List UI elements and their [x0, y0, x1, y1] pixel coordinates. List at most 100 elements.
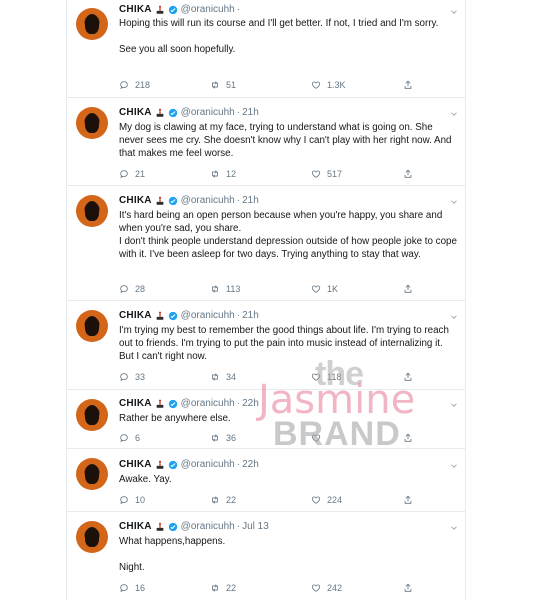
share-button[interactable] — [403, 168, 419, 180]
retweet-button[interactable]: 34 — [210, 371, 236, 383]
share-icon — [403, 169, 413, 179]
avatar[interactable] — [76, 107, 108, 139]
display-name[interactable]: CHIKA — [119, 106, 152, 120]
tweet-6[interactable]: CHIKA @oranicuhh · Jul 13 What happens,h… — [67, 512, 465, 600]
handle[interactable]: @oranicuhh — [181, 458, 235, 472]
tweet-header: CHIKA @oranicuhh · — [119, 3, 241, 17]
tweet-1[interactable]: CHIKA @oranicuhh · 21h My dog is clawing… — [67, 98, 465, 186]
avatar[interactable] — [76, 458, 108, 490]
reply-count: 6 — [135, 433, 141, 443]
tweet-header: CHIKA @oranicuhh · Jul 13 — [119, 520, 269, 534]
chevron-down-icon[interactable] — [449, 523, 459, 533]
reply-button[interactable]: 218 — [119, 79, 150, 91]
display-name[interactable]: CHIKA — [119, 458, 152, 472]
retweet-count: 36 — [226, 433, 237, 443]
like-button[interactable]: 1K — [311, 283, 338, 295]
share-button[interactable] — [403, 432, 419, 444]
reply-button[interactable]: 21 — [119, 168, 145, 180]
avatar[interactable] — [76, 310, 108, 342]
handle[interactable]: @oranicuhh — [181, 397, 235, 411]
reply-count: 21 — [135, 169, 146, 179]
joystick-emoji-icon — [155, 460, 165, 470]
display-name[interactable]: CHIKA — [119, 3, 152, 17]
joystick-emoji-icon — [155, 522, 165, 532]
avatar[interactable] — [76, 521, 108, 553]
reply-button[interactable]: 33 — [119, 371, 145, 383]
retweet-count: 34 — [226, 372, 237, 382]
reply-icon — [119, 372, 129, 382]
retweet-icon — [210, 80, 220, 90]
verified-icon — [168, 196, 178, 206]
display-name[interactable]: CHIKA — [119, 194, 152, 208]
reply-icon — [119, 583, 129, 593]
retweet-count: 51 — [226, 80, 237, 90]
tweet-header: CHIKA @oranicuhh · 22h — [119, 397, 259, 411]
share-icon — [403, 372, 413, 382]
verified-icon — [168, 399, 178, 409]
chevron-down-icon[interactable] — [449, 7, 459, 17]
handle[interactable]: @oranicuhh — [181, 309, 235, 323]
chevron-down-icon[interactable] — [449, 400, 459, 410]
share-icon — [403, 284, 413, 294]
like-button[interactable] — [311, 432, 327, 444]
share-button[interactable] — [403, 283, 419, 295]
tweet-text: I'm trying my best to remember the good … — [119, 325, 449, 362]
share-button[interactable] — [403, 582, 419, 594]
joystick-emoji-icon — [155, 311, 165, 321]
retweet-button[interactable]: 113 — [210, 283, 240, 295]
display-name[interactable]: CHIKA — [119, 520, 152, 534]
share-icon — [403, 433, 413, 443]
tweet-text: It's hard being an open person because w… — [119, 210, 457, 260]
retweet-button[interactable]: 51 — [210, 79, 236, 91]
verified-icon — [168, 5, 178, 15]
share-button[interactable] — [403, 371, 419, 383]
like-count: 517 — [327, 169, 343, 179]
timestamp[interactable]: 21h — [242, 309, 259, 323]
handle[interactable]: @oranicuhh — [181, 520, 235, 534]
reply-button[interactable]: 6 — [119, 432, 140, 444]
like-icon — [311, 169, 321, 179]
timestamp[interactable]: Jul 13 — [242, 520, 269, 534]
chevron-down-icon[interactable] — [449, 197, 459, 207]
tweet-0[interactable]: CHIKA @oranicuhh · Hoping this will run … — [67, 0, 465, 98]
reply-button[interactable]: 16 — [119, 582, 145, 594]
display-name[interactable]: CHIKA — [119, 309, 152, 323]
timestamp[interactable]: 22h — [242, 397, 259, 411]
share-button[interactable] — [403, 494, 419, 506]
timestamp[interactable]: 22h — [242, 458, 259, 472]
avatar[interactable] — [76, 195, 108, 227]
like-button[interactable]: 242 — [311, 582, 342, 594]
like-button[interactable]: 517 — [311, 168, 342, 180]
chevron-down-icon[interactable] — [449, 312, 459, 322]
tweet-2[interactable]: CHIKA @oranicuhh · 21h It's hard being a… — [67, 186, 465, 301]
chevron-down-icon[interactable] — [449, 109, 459, 119]
reply-button[interactable]: 10 — [119, 494, 145, 506]
tweet-actions: 28 113 1K — [119, 283, 419, 295]
display-name[interactable]: CHIKA — [119, 397, 152, 411]
tweet-3[interactable]: CHIKA @oranicuhh · 21h I'm trying my bes… — [67, 301, 465, 390]
avatar[interactable] — [76, 8, 108, 40]
retweet-button[interactable]: 12 — [210, 168, 236, 180]
handle[interactable]: @oranicuhh — [181, 3, 235, 17]
timestamp[interactable]: 21h — [242, 194, 259, 208]
chevron-down-icon[interactable] — [449, 461, 459, 471]
retweet-button[interactable]: 22 — [210, 582, 236, 594]
like-count: 242 — [327, 583, 343, 593]
timestamp[interactable]: 21h — [242, 106, 259, 120]
tweet-text: What happens,happens. Night. — [119, 536, 226, 573]
tweet-5[interactable]: CHIKA @oranicuhh · 22h Awake. Yay. 10 22… — [67, 449, 465, 512]
like-button[interactable]: 118 — [311, 371, 341, 383]
reply-count: 33 — [135, 372, 146, 382]
like-button[interactable]: 224 — [311, 494, 342, 506]
tweet-header: CHIKA @oranicuhh · 21h — [119, 194, 259, 208]
retweet-button[interactable]: 36 — [210, 432, 236, 444]
joystick-emoji-icon — [155, 108, 165, 118]
reply-button[interactable]: 28 — [119, 283, 145, 295]
like-button[interactable]: 1.3K — [311, 79, 346, 91]
avatar[interactable] — [76, 399, 108, 431]
retweet-button[interactable]: 22 — [210, 494, 236, 506]
handle[interactable]: @oranicuhh — [181, 106, 235, 120]
share-button[interactable] — [403, 79, 419, 91]
handle[interactable]: @oranicuhh — [181, 194, 235, 208]
tweet-4[interactable]: CHIKA @oranicuhh · 22h Rather be anywher… — [67, 390, 465, 449]
